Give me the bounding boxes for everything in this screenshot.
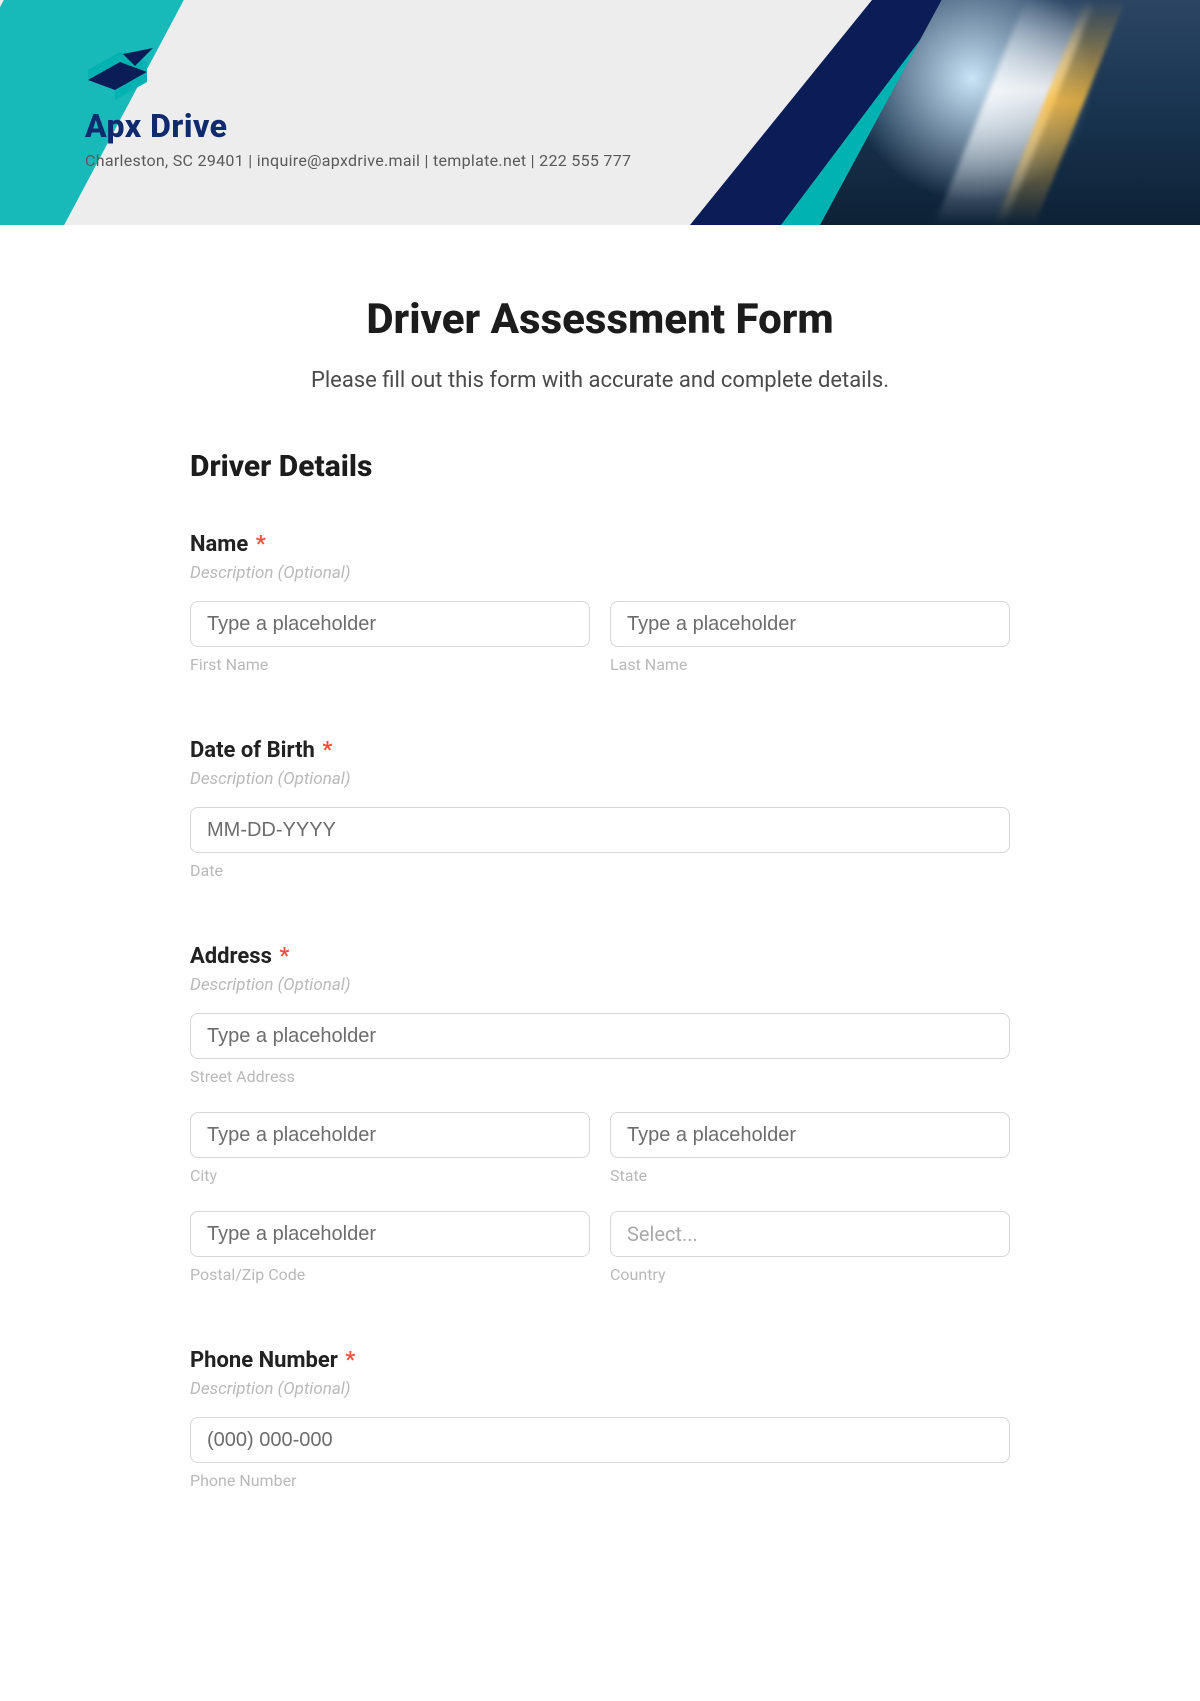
first-name-input[interactable] [190,601,590,647]
state-input[interactable] [610,1112,1010,1158]
field-label-address: Address * [190,944,1010,969]
first-name-sublabel: First Name [190,655,590,674]
field-description: Description (Optional) [190,975,1010,995]
form-title: Driver Assessment Form [190,295,1010,344]
dob-sublabel: Date [190,861,1010,880]
phone-number-sublabel: Phone Number [190,1471,1010,1490]
city-sublabel: City [190,1166,590,1185]
field-group-dob: Date of Birth * Description (Optional) D… [190,738,1010,880]
label-text: Date of Birth [190,738,315,763]
form-subtitle: Please fill out this form with accurate … [190,368,1010,393]
required-mark: * [256,532,266,557]
label-text: Phone Number [190,1348,338,1373]
country-select[interactable]: Select... [610,1211,1010,1257]
country-select-placeholder: Select... [627,1222,698,1246]
brand-block: Apx Drive Charleston, SC 29401 | inquire… [85,48,631,170]
city-input[interactable] [190,1112,590,1158]
field-description: Description (Optional) [190,563,1010,583]
phone-number-input[interactable] [190,1417,1010,1463]
postal-code-sublabel: Postal/Zip Code [190,1265,590,1284]
required-mark: * [279,944,289,969]
section-title-driver-details: Driver Details [190,449,1010,484]
label-text: Name [190,532,248,557]
street-address-sublabel: Street Address [190,1067,1010,1086]
required-mark: * [345,1348,355,1373]
country-sublabel: Country [610,1265,1010,1284]
brand-logo-icon [85,48,155,103]
field-group-phone: Phone Number * Description (Optional) Ph… [190,1348,1010,1490]
field-label-dob: Date of Birth * [190,738,1010,763]
field-group-address: Address * Description (Optional) Street … [190,944,1010,1284]
last-name-input[interactable] [610,601,1010,647]
field-label-name: Name * [190,532,1010,557]
postal-code-input[interactable] [190,1211,590,1257]
last-name-sublabel: Last Name [610,655,1010,674]
form-container: Driver Assessment Form Please fill out t… [190,295,1010,1530]
page-header: Apx Drive Charleston, SC 29401 | inquire… [0,0,1200,225]
street-address-input[interactable] [190,1013,1010,1059]
brand-tagline: Charleston, SC 29401 | inquire@apxdrive.… [85,151,631,170]
field-group-name: Name * Description (Optional) First Name… [190,532,1010,674]
dob-input[interactable] [190,807,1010,853]
state-sublabel: State [610,1166,1010,1185]
field-description: Description (Optional) [190,769,1010,789]
field-label-phone: Phone Number * [190,1348,1010,1373]
label-text: Address [190,944,272,969]
required-mark: * [322,738,332,763]
brand-name: Apx Drive [85,107,631,145]
field-description: Description (Optional) [190,1379,1010,1399]
